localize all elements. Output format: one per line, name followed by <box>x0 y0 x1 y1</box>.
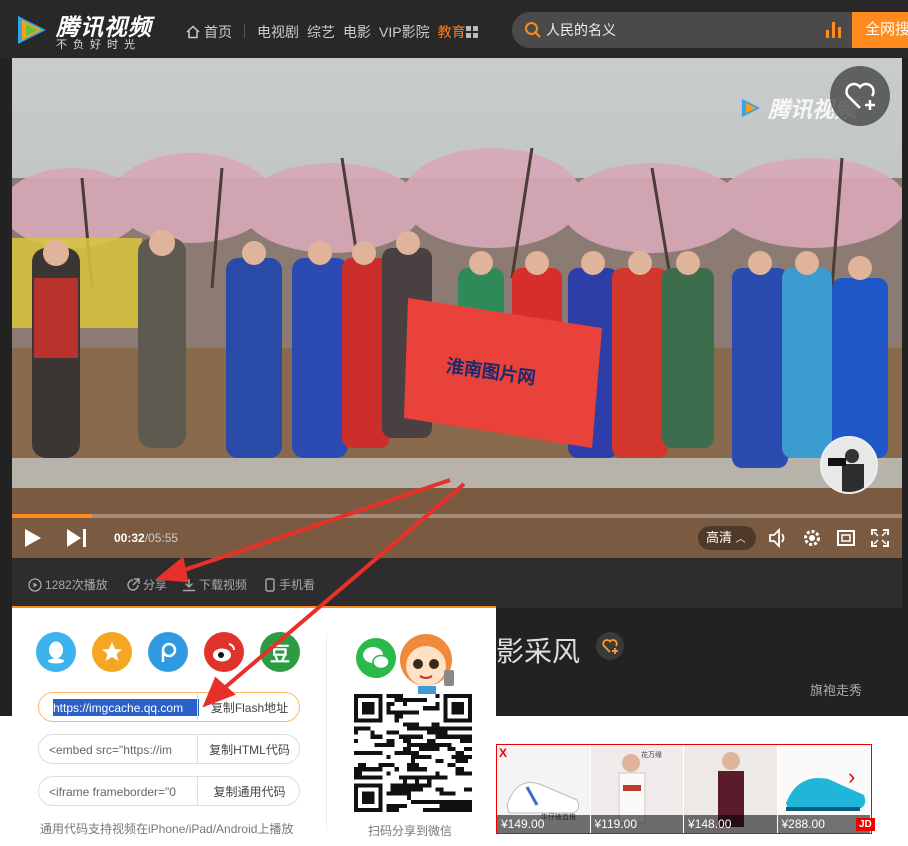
nav-movie[interactable]: 电影 <box>343 22 371 42</box>
pengyou-icon[interactable] <box>148 632 188 672</box>
qzone-icon[interactable] <box>92 632 132 672</box>
copy-html-button[interactable]: 复制HTML代码 <box>197 735 299 763</box>
nav-home[interactable]: 首页 <box>186 22 232 42</box>
share-icon <box>127 577 140 591</box>
picture-mode-icon[interactable] <box>836 528 856 548</box>
qr-note: 扫码分享到微信 <box>368 824 453 838</box>
player-controls: 00:32/05:55 高清 ︿ <box>12 518 902 558</box>
more-channels-icon[interactable] <box>466 26 478 38</box>
copy-generic-button[interactable]: 复制通用代码 <box>197 777 299 805</box>
search-box <box>512 12 852 48</box>
nav-vip[interactable]: VIP影院 <box>379 22 430 42</box>
quality-label: 高清 <box>706 530 733 545</box>
add-favorite-button[interactable] <box>830 66 890 126</box>
html-code-field: 复制HTML代码 <box>38 734 300 764</box>
product-ads: X 牛仔被首推 ¥149.00 花万缘 ¥119.00 ¥148.00 <box>496 744 872 834</box>
heart-plus-icon <box>602 639 618 654</box>
wechat-icon[interactable] <box>356 638 396 678</box>
mobile-watch-label: 手机看 <box>279 578 316 592</box>
home-icon <box>186 25 200 39</box>
tencent-video-logo[interactable] <box>12 10 52 50</box>
html-code-input[interactable] <box>49 741 197 759</box>
hot-ranking-icon[interactable] <box>826 22 841 38</box>
next-icon[interactable] <box>66 528 88 548</box>
iframe-code-field: 复制通用代码 <box>38 776 300 806</box>
share-button[interactable]: 分享 <box>126 576 167 593</box>
video-meta-bar: 1282次播放 分享 下载视频 手机看 <box>12 558 902 608</box>
svg-text:X: X <box>499 746 507 760</box>
video-tag[interactable]: 旗袍走秀 <box>810 680 862 699</box>
download-label: 下载视频 <box>199 578 248 592</box>
logo-slogan: 不负好时光 <box>56 39 141 51</box>
video-title: 影采风 <box>496 636 581 667</box>
volume-icon[interactable] <box>768 528 790 548</box>
ad-badge: 花万缘 <box>641 750 662 759</box>
nav-home-label: 首页 <box>204 24 232 40</box>
search-button[interactable]: 全网搜 <box>852 12 908 48</box>
flash-url-field: 复制Flash地址 <box>38 692 300 722</box>
iframe-code-input[interactable] <box>49 783 197 801</box>
qq-icon[interactable] <box>36 632 76 672</box>
duration: /05:55 <box>144 531 179 545</box>
chevron-right-icon[interactable]: › <box>848 764 855 790</box>
share-platforms: 豆 <box>36 632 300 672</box>
phone-icon <box>265 577 275 592</box>
ad-item[interactable]: 花万缘 ¥119.00 <box>590 745 684 833</box>
search-input[interactable] <box>546 22 816 38</box>
share-popup: 豆 复制Flash地址 复制HTML代码 复制通用代码 通用代码支持视频在iPh… <box>12 606 496 846</box>
douban-glyph: 豆 <box>270 643 290 666</box>
follow-button[interactable] <box>596 632 624 660</box>
mascot-image <box>400 634 454 698</box>
ad-price: ¥119.00 <box>590 815 683 833</box>
download-button[interactable]: 下载视频 <box>182 576 247 593</box>
camera-person-image <box>822 438 876 492</box>
divider <box>326 634 327 830</box>
video-player[interactable]: 淮南图片网 腾讯视频 00:32/05:55 高清 ︿ <box>12 58 902 558</box>
nav-links: 电视剧 综艺 电影 VIP影院 教育 <box>257 22 466 42</box>
weibo-icon[interactable] <box>204 632 244 672</box>
settings-gear-icon[interactable] <box>802 528 822 548</box>
jd-logo: JD <box>856 818 875 831</box>
top-navigation-bar: 腾讯视频 不负好时光 首页 电视剧 综艺 电影 VIP影院 教育 全网搜 <box>0 0 908 58</box>
flash-url-input[interactable] <box>53 699 199 716</box>
mobile-watch-button[interactable]: 手机看 <box>264 576 315 593</box>
douban-icon[interactable]: 豆 <box>260 632 300 672</box>
search-icon[interactable] <box>524 21 542 39</box>
fullscreen-icon[interactable] <box>870 528 890 548</box>
ad-item[interactable]: X 牛仔被首推 ¥149.00 <box>497 745 591 833</box>
time-display: 00:32/05:55 <box>114 531 178 545</box>
download-icon <box>183 578 195 591</box>
nav-tv[interactable]: 电视剧 <box>257 22 299 42</box>
copy-flash-button[interactable]: 复制Flash地址 <box>197 693 299 721</box>
play-count-label: 1282次播放 <box>45 578 108 592</box>
ad-item[interactable]: ¥148.00 <box>684 745 778 833</box>
quality-selector[interactable]: 高清 ︿ <box>698 526 756 550</box>
uploader-avatar[interactable] <box>820 436 878 494</box>
share-label: 分享 <box>143 578 168 592</box>
chevron-up-icon: ︿ <box>735 534 746 545</box>
nav-divider <box>244 24 245 38</box>
play-count: 1282次播放 <box>28 576 108 593</box>
video-frame <box>12 58 902 558</box>
nav-variety[interactable]: 综艺 <box>307 22 335 42</box>
play-icon[interactable] <box>24 528 42 548</box>
nav-education[interactable]: 教育 <box>438 22 466 42</box>
wechat-qr-code <box>354 694 472 812</box>
play-circle-icon <box>28 577 42 592</box>
ad-price: ¥149.00 <box>497 815 590 833</box>
share-note: 通用代码支持视频在iPhone/iPad/Android上播放 <box>40 822 294 836</box>
ad-price: ¥148.00 <box>684 815 777 833</box>
tencent-video-logo <box>741 98 761 118</box>
current-time: 00:32 <box>114 531 145 545</box>
heart-plus-icon <box>845 82 875 110</box>
